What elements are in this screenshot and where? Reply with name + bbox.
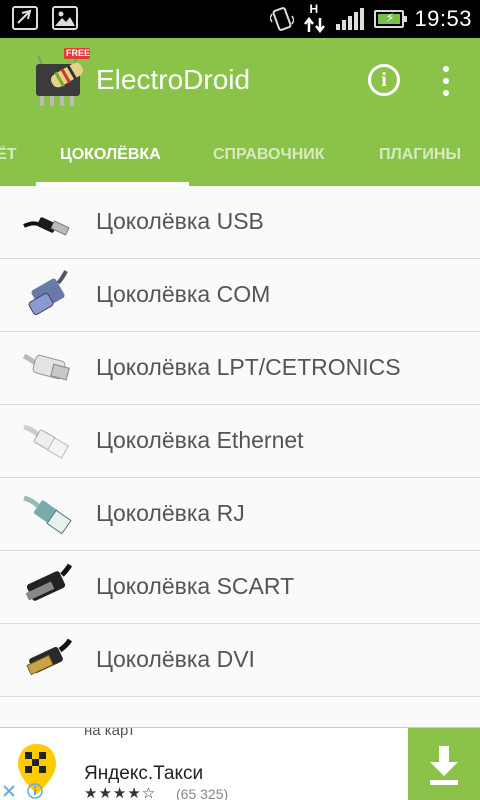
list-item-label: Цоколёвка USB bbox=[96, 208, 264, 234]
tab-pinouts[interactable]: ЦОКОЛЁВКА bbox=[60, 146, 161, 164]
free-badge: FREE bbox=[66, 48, 91, 58]
rj-plug-icon bbox=[22, 488, 74, 540]
list-item-label: Цоколёвка LPT/CETRONICS bbox=[96, 354, 401, 380]
ad-rating-count: (65 325) bbox=[176, 786, 229, 800]
list-item-dvi[interactable]: Цоколёвка DVI bbox=[0, 624, 480, 697]
network-type-label: H bbox=[309, 2, 319, 16]
pinout-list: Цоколёвка USB Цоколёвка COM Цоколёвка LP… bbox=[0, 186, 480, 697]
scart-plug-icon bbox=[22, 561, 74, 613]
ad-banner[interactable]: на карт Яндекс.Такси ★★★★☆ (65 325) bbox=[0, 727, 480, 800]
tab-plugins[interactable]: ПЛАГИНЫ bbox=[379, 146, 461, 164]
app-logo: FREE bbox=[30, 46, 92, 110]
list-item-label: Цоколёвка DVI bbox=[96, 646, 255, 672]
com-connector-icon bbox=[22, 269, 74, 321]
battery-charging-icon: ⚡ bbox=[374, 10, 408, 28]
app-title: ElectroDroid bbox=[96, 64, 251, 95]
app-bar: FREE ElectroDroid i bbox=[0, 38, 480, 122]
ad-rating-stars: ★★★★☆ bbox=[84, 784, 157, 800]
download-icon bbox=[430, 746, 458, 785]
screenshot-icon bbox=[12, 6, 38, 30]
vibrate-icon bbox=[270, 7, 295, 31]
tab-partial[interactable]: ЁТ bbox=[0, 146, 16, 164]
list-item-label: Цоколёвка RJ bbox=[96, 500, 245, 526]
tab-bar: ЁТ ЦОКОЛЁВКА СПРАВОЧНИК ПЛАГИНЫ bbox=[0, 122, 480, 186]
tab-reference[interactable]: СПРАВОЧНИК bbox=[213, 146, 325, 164]
status-time: 19:53 bbox=[414, 6, 472, 31]
usb-plug-icon bbox=[22, 196, 74, 248]
more-vert-dot bbox=[443, 78, 449, 84]
more-vert-dot bbox=[443, 90, 449, 96]
info-icon: i bbox=[381, 69, 387, 91]
list-item-label: Цоколёвка SCART bbox=[96, 573, 295, 599]
list-item-lpt[interactable]: Цоколёвка LPT/CETRONICS bbox=[0, 332, 480, 405]
image-icon bbox=[52, 6, 78, 30]
data-arrows-icon: H bbox=[304, 2, 326, 34]
list-item-ethernet[interactable]: Цоколёвка Ethernet bbox=[0, 405, 480, 478]
ad-download-button[interactable] bbox=[408, 728, 480, 800]
list-item-rj[interactable]: Цоколёвка RJ bbox=[0, 478, 480, 551]
info-button[interactable]: i bbox=[368, 64, 400, 96]
list-item-label: Цоколёвка Ethernet bbox=[96, 427, 304, 453]
screen: H ⚡ 19:53 FREE ElectroDroid i ЁТ ЦОКОЛЁВ… bbox=[0, 0, 480, 800]
more-vert-icon bbox=[443, 66, 449, 72]
signal-icon bbox=[336, 8, 365, 30]
list-item-label: Цоколёвка COM bbox=[96, 281, 271, 307]
adchoices-icon[interactable] bbox=[0, 781, 46, 800]
more-options-button[interactable] bbox=[436, 64, 456, 98]
list-item-scart[interactable]: Цоколёвка SCART bbox=[0, 551, 480, 624]
status-bar: H ⚡ 19:53 bbox=[0, 0, 480, 38]
list-item-usb[interactable]: Цоколёвка USB bbox=[0, 186, 480, 259]
lpt-connector-icon bbox=[22, 342, 74, 394]
ethernet-plug-icon bbox=[22, 415, 74, 467]
dvi-connector-icon bbox=[22, 634, 74, 686]
list-item-com[interactable]: Цоколёвка COM bbox=[0, 259, 480, 332]
ad-title: Яндекс.Такси bbox=[84, 763, 204, 784]
ad-top-text: на карт bbox=[84, 727, 135, 739]
